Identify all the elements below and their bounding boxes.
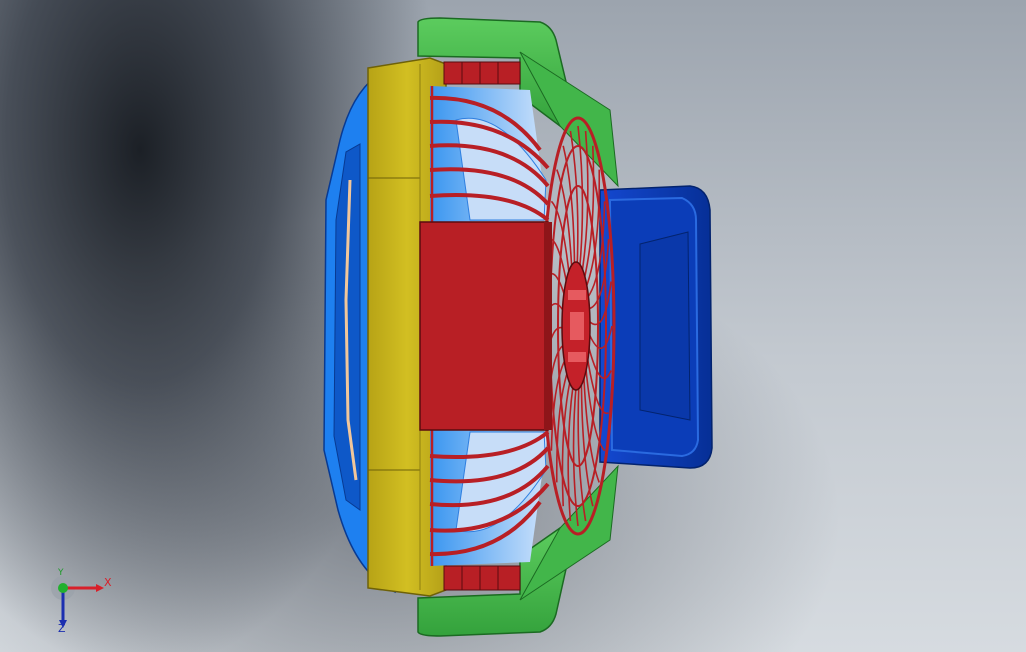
cad-viewport[interactable]: X Y Z (0, 0, 1026, 652)
coordinate-triad: X Y Z (44, 568, 124, 638)
y-axis-dot (58, 583, 68, 593)
triad-x-label: X (104, 576, 112, 589)
red-motor-housing (419, 221, 552, 431)
fan-model[interactable] (0, 0, 1026, 652)
triad-axes (51, 576, 104, 628)
triad-y-label: Y (58, 568, 64, 578)
grille-wire (577, 125, 584, 287)
triad-z-label: Z (58, 622, 66, 635)
blue-knob (599, 185, 713, 469)
